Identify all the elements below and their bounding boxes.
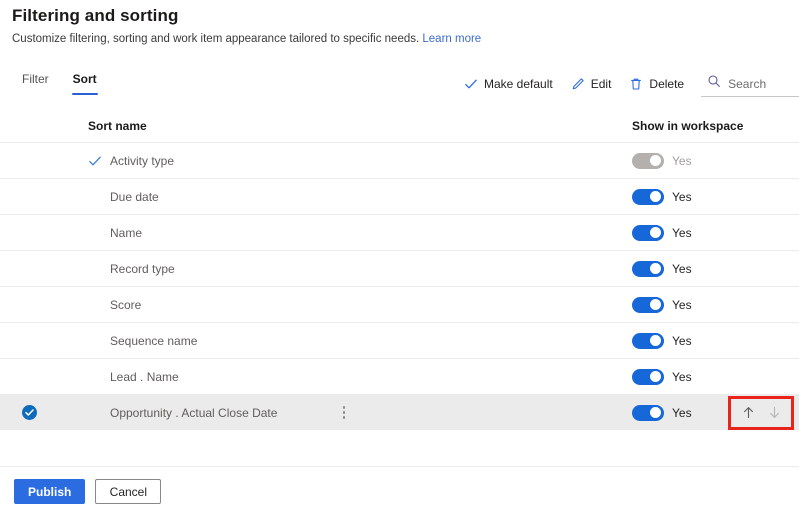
toggle-label: Yes — [672, 369, 692, 384]
toggle-label: Yes — [672, 261, 692, 276]
header-sort-name: Sort name — [88, 119, 147, 133]
row-name-label: Opportunity . Actual Close Date — [110, 405, 278, 420]
edit-button[interactable]: Edit — [562, 72, 621, 96]
edit-label: Edit — [590, 77, 612, 91]
toggle-label: Yes — [672, 405, 692, 420]
toggle-knob — [650, 407, 661, 418]
table-row[interactable]: Record type Yes — [0, 250, 799, 286]
row-name-label: Sequence name — [110, 333, 198, 348]
row-name-cell: Name — [60, 226, 614, 240]
row-toggle-cell: Yes — [614, 224, 799, 241]
page-header: Filtering and sorting Customize filterin… — [12, 5, 481, 47]
search-input[interactable] — [728, 76, 799, 91]
toggle-label: Yes — [672, 189, 692, 204]
row-name-label: Due date — [110, 189, 159, 204]
tab-filter[interactable]: Filter — [12, 70, 59, 95]
show-in-workspace-toggle[interactable] — [632, 296, 664, 313]
kebab-dot — [342, 406, 346, 409]
show-in-workspace-toggle[interactable] — [632, 260, 664, 277]
search-box[interactable] — [701, 71, 799, 97]
toggle-label: Yes — [672, 153, 692, 168]
row-name-cell: Score — [60, 298, 614, 312]
toggle-label: Yes — [672, 333, 692, 348]
move-down-button[interactable] — [762, 402, 786, 424]
kebab-dot — [342, 411, 346, 414]
publish-button[interactable]: Publish — [14, 479, 86, 504]
checkmark-icon — [464, 77, 478, 91]
row-toggle-cell: Yes — [614, 260, 799, 277]
row-name-cell: Record type — [60, 262, 614, 276]
toggle-knob — [650, 263, 661, 274]
row-toggle-cell: Yes — [614, 368, 799, 385]
toggle-knob — [650, 227, 661, 238]
row-name-label: Activity type — [110, 153, 175, 168]
toggle-knob — [650, 335, 661, 346]
footer-divider — [0, 466, 799, 467]
row-checkbox-checked[interactable] — [22, 405, 37, 420]
filtering-and-sorting-page: Filtering and sorting Customize filterin… — [0, 0, 799, 511]
toggle-knob — [650, 155, 661, 166]
row-toggle-cell: Yes — [614, 296, 799, 313]
table-row[interactable]: Name Yes — [0, 214, 799, 250]
learn-more-link[interactable]: Learn more — [422, 33, 481, 45]
trash-icon — [629, 77, 643, 91]
row-name-label: Record type — [110, 261, 175, 276]
toggle-label: Yes — [672, 297, 692, 312]
toggle-label: Yes — [672, 225, 692, 240]
row-name-cell: Sequence name — [60, 334, 614, 348]
table-row[interactable]: Score Yes — [0, 286, 799, 322]
row-toggle-cell: Yes — [614, 188, 799, 205]
page-title: Filtering and sorting — [12, 6, 179, 25]
delete-button[interactable]: Delete — [620, 72, 693, 96]
page-subtitle: Customize filtering, sorting and work it… — [12, 31, 481, 47]
row-name-label: Score — [110, 297, 142, 312]
toggle-knob — [650, 299, 661, 310]
command-bar: Make default Edit Delete — [455, 71, 799, 97]
row-toggle-cell: Yes — [614, 332, 799, 349]
tab-list: Filter Sort — [12, 70, 107, 95]
row-name-cell: Lead . Name — [60, 370, 614, 384]
show-in-workspace-toggle[interactable] — [632, 404, 664, 421]
footer-actions: Publish Cancel — [14, 479, 162, 504]
table-row[interactable]: Activity type Yes — [0, 142, 799, 178]
row-toggle-cell: Yes — [614, 152, 799, 169]
delete-label: Delete — [649, 77, 685, 91]
page-subtitle-text: Customize filtering, sorting and work it… — [12, 33, 420, 45]
show-in-workspace-toggle[interactable] — [632, 224, 664, 241]
row-overflow-menu-icon[interactable] — [336, 404, 352, 422]
move-up-button[interactable] — [736, 402, 760, 424]
make-default-label: Make default — [484, 77, 553, 91]
table-header-row: Sort name Show in workspace — [0, 110, 799, 142]
header-show-in-workspace: Show in workspace — [632, 119, 744, 133]
pencil-icon — [571, 77, 585, 91]
row-name-label: Lead . Name — [110, 369, 179, 384]
kebab-dot — [342, 416, 346, 419]
show-in-workspace-toggle[interactable] — [632, 368, 664, 385]
table-row[interactable]: Lead . Name Yes — [0, 358, 799, 394]
tab-sort[interactable]: Sort — [63, 70, 107, 95]
show-in-workspace-toggle[interactable] — [632, 188, 664, 205]
row-name-cell: Due date — [60, 190, 614, 204]
toggle-knob — [650, 371, 661, 382]
default-check-icon — [88, 154, 102, 168]
sort-table: Sort name Show in workspace Activity typ… — [0, 110, 799, 430]
cancel-button[interactable]: Cancel — [95, 479, 162, 504]
make-default-button[interactable]: Make default — [455, 72, 562, 96]
row-select-cell[interactable] — [0, 405, 60, 420]
table-row[interactable]: Due date Yes — [0, 178, 799, 214]
show-in-workspace-toggle — [632, 152, 664, 169]
show-in-workspace-toggle[interactable] — [632, 332, 664, 349]
toggle-knob — [650, 191, 661, 202]
reorder-highlight-annotation — [728, 395, 794, 430]
row-name-label: Name — [110, 225, 143, 240]
row-name-cell: Activity type — [60, 154, 614, 168]
table-row-selected[interactable]: Opportunity . Actual Close Date Yes — [0, 394, 799, 430]
table-row[interactable]: Sequence name Yes — [0, 322, 799, 358]
search-icon — [707, 74, 721, 93]
